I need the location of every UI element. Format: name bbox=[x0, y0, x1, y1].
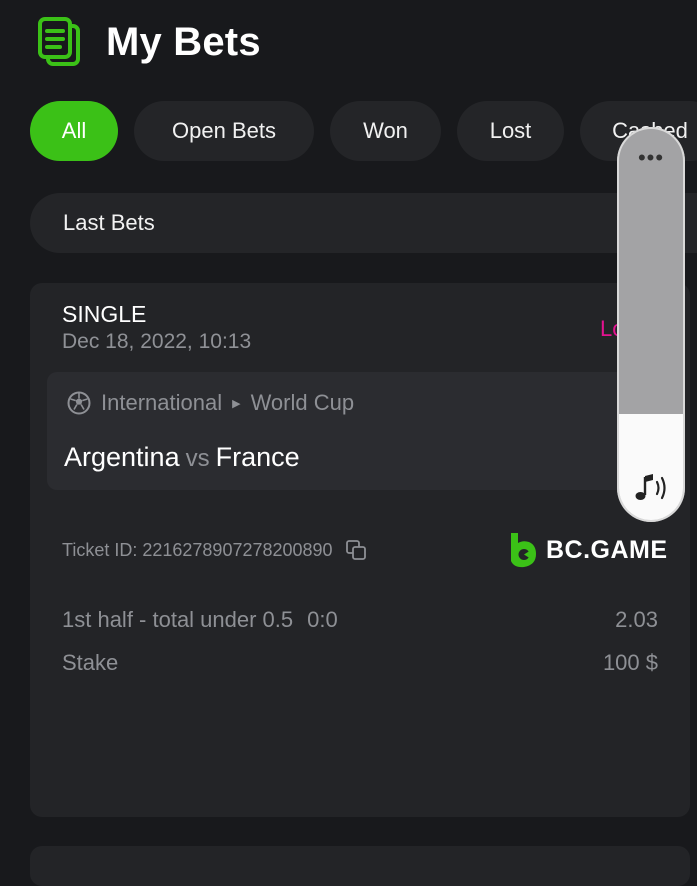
soccer-ball-icon bbox=[67, 391, 91, 415]
copy-icon[interactable] bbox=[345, 539, 367, 561]
bet-type: SINGLE bbox=[62, 301, 147, 327]
last-bets-label: Last Bets bbox=[63, 210, 155, 235]
versus-label: vs bbox=[185, 445, 210, 472]
league-breadcrumb: International ▶ World Cup bbox=[67, 390, 354, 416]
match-score: 0:0 bbox=[307, 607, 338, 632]
filter-won[interactable]: Won bbox=[330, 101, 441, 161]
page-title: My Bets bbox=[106, 19, 261, 64]
bet-odds: 2.03 bbox=[615, 607, 658, 632]
stake-value: 100 $ bbox=[602, 650, 658, 675]
ticket-id-label: Ticket ID: bbox=[62, 539, 138, 560]
page-header: My Bets bbox=[36, 16, 261, 68]
last-bets-dropdown[interactable]: Last Bets › bbox=[30, 193, 697, 253]
volume-level-fill bbox=[619, 414, 683, 520]
match-teams: Argentina vs France bbox=[64, 442, 300, 473]
league-name: International bbox=[101, 390, 223, 415]
filter-lost[interactable]: Lost bbox=[457, 101, 564, 161]
volume-slider[interactable]: ••• bbox=[617, 127, 685, 522]
bet-date: Dec 18, 2022, 10:13 bbox=[62, 330, 252, 353]
brand-logo: BC.GAME bbox=[508, 531, 668, 569]
ticket-id-row: Ticket ID: 2216278907278200890 bbox=[62, 539, 367, 561]
bets-document-icon bbox=[38, 17, 80, 66]
bet-card[interactable]: SINGLE Dec 18, 2022, 10:13 Lost Internat… bbox=[30, 283, 690, 817]
bet-filter-tabs: All Open Bets Won Lost Cashed bbox=[30, 101, 697, 161]
match-info[interactable]: International ▶ World Cup Argentina vs Fra… bbox=[47, 372, 667, 490]
bc-game-logo-icon bbox=[511, 533, 536, 568]
more-options-icon[interactable]: ••• bbox=[617, 145, 685, 171]
tournament-name: World Cup bbox=[250, 390, 355, 415]
stake-label: Stake bbox=[62, 650, 119, 675]
bet-card-next[interactable] bbox=[30, 846, 690, 886]
away-team: France bbox=[215, 442, 300, 472]
filter-open-bets[interactable]: Open Bets bbox=[134, 101, 314, 161]
home-team: Argentina bbox=[64, 442, 180, 472]
brand-name: BC.GAME bbox=[546, 535, 668, 564]
bet-market: 1st half - total under 0.5 bbox=[62, 607, 294, 632]
breadcrumb-separator-icon: ▶ bbox=[232, 397, 241, 410]
speaker-sound-icon bbox=[635, 474, 666, 500]
filter-all[interactable]: All bbox=[30, 101, 118, 161]
bet-market-row: 1st half - total under 0.5 0:0 2.03 bbox=[62, 607, 658, 633]
ticket-id-value: 2216278907278200890 bbox=[142, 539, 333, 560]
stake-row: Stake 100 $ bbox=[62, 650, 658, 676]
